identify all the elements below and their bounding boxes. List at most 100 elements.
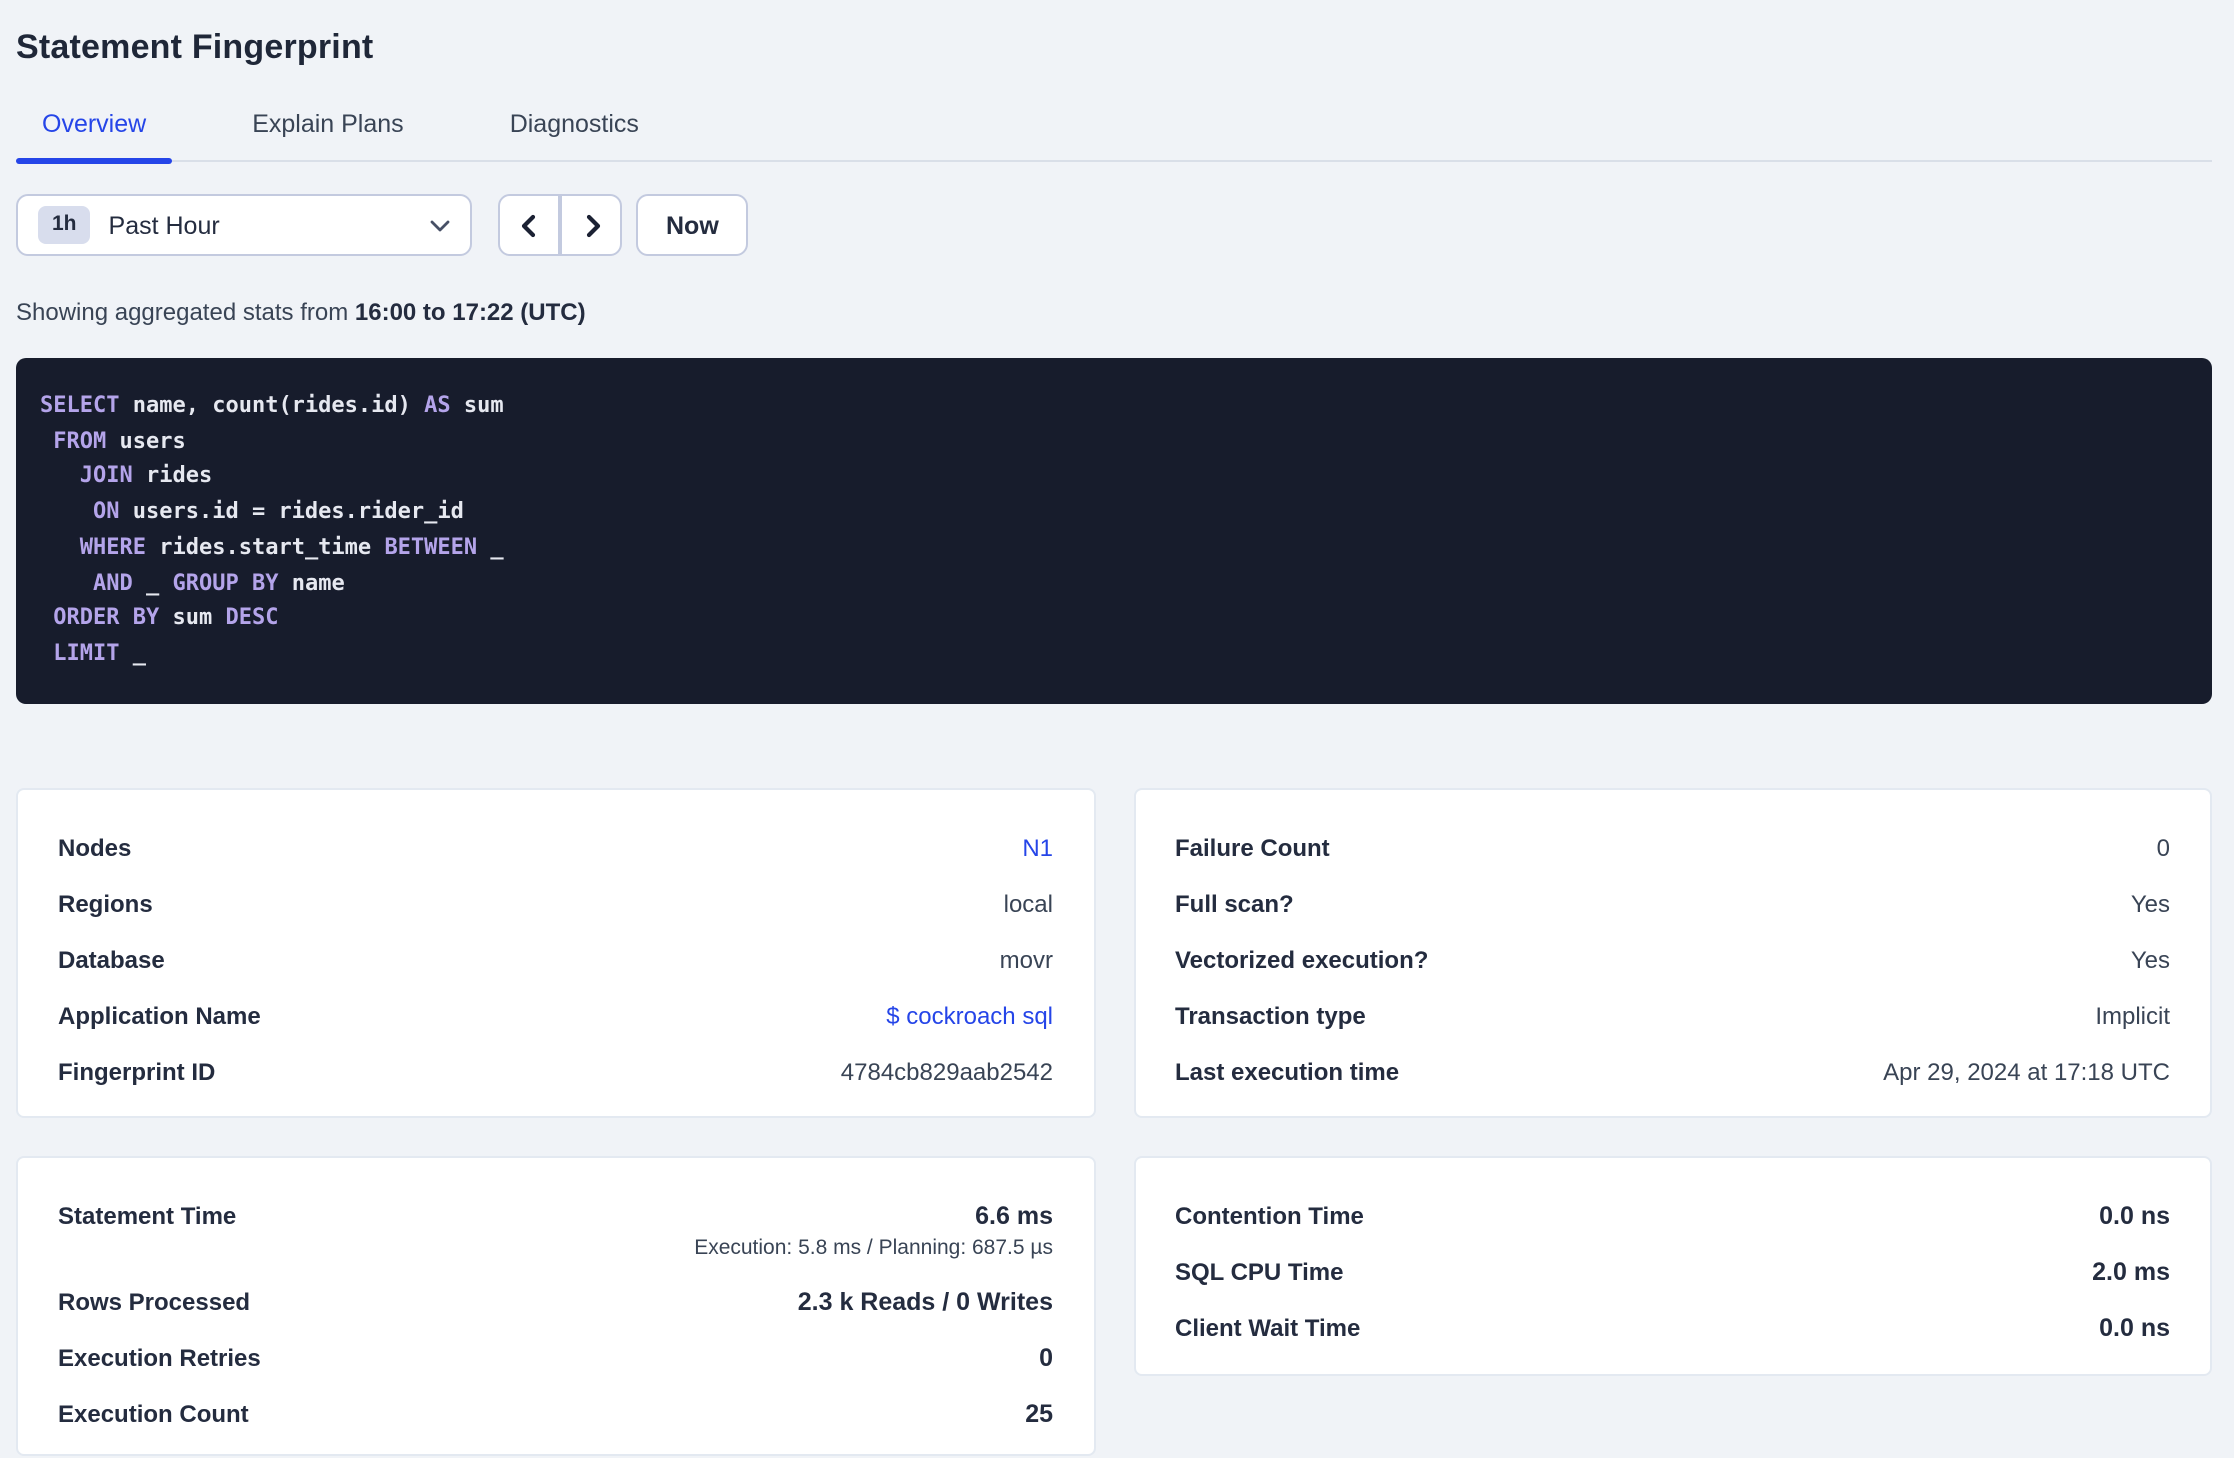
tab-label: Overview — [42, 110, 147, 138]
statement-details-card: Nodes N1 Regions local Database movr App… — [16, 788, 1095, 1118]
card-row-execution-count: Execution Count 25 — [58, 1386, 1053, 1442]
sql-line: ORDER BY sum DESC — [53, 604, 279, 631]
row-value: 0 — [1039, 1343, 1053, 1371]
sql-line: FROM users — [53, 427, 186, 454]
row-label: Database — [58, 945, 165, 973]
card-row-regions: Regions local — [58, 876, 1053, 932]
card-row-statement-time: Statement Time 6.6 ms Execution: 5.8 ms … — [58, 1188, 1053, 1274]
summary-cards-row: Nodes N1 Regions local Database movr App… — [16, 788, 2212, 1118]
row-value-wrap: 4784cb829aab2542 — [841, 1057, 1053, 1087]
chevron-right-icon — [579, 213, 603, 237]
card-row-full-scan: Full scan? Yes — [1175, 876, 2170, 932]
row-label: Client Wait Time — [1175, 1313, 1361, 1341]
sql-line: WHERE rides.start_time BETWEEN _ — [79, 533, 504, 560]
row-value: 6.6 ms — [975, 1201, 1053, 1229]
card-row-rows-processed: Rows Processed 2.3 k Reads / 0 Writes — [58, 1274, 1053, 1330]
row-value: Apr 29, 2024 at 17:18 UTC — [1883, 1057, 2170, 1085]
row-value: local — [1003, 889, 1053, 917]
time-picker-row: 1h Past Hour Now — [16, 194, 2212, 256]
row-value-wrap: Apr 29, 2024 at 17:18 UTC — [1883, 1057, 2170, 1087]
row-label: Contention Time — [1175, 1201, 1364, 1229]
row-label: Rows Processed — [58, 1287, 251, 1315]
wait-time-card: Contention Time 0.0 ns SQL CPU Time 2.0 … — [1133, 1156, 2212, 1376]
row-value: movr — [999, 945, 1053, 973]
now-button[interactable]: Now — [636, 194, 749, 256]
tab-diagnostics[interactable]: Diagnostics — [484, 110, 665, 160]
row-value-wrap: 2.0 ms — [2092, 1257, 2170, 1287]
row-label: Application Name — [58, 1001, 261, 1029]
row-value: 25 — [1025, 1399, 1053, 1427]
card-row-application-name: Application Name $ cockroach sql — [58, 988, 1053, 1044]
row-value: 2.0 ms — [2092, 1257, 2170, 1285]
row-value: 0.0 ns — [2099, 1313, 2170, 1341]
sql-line: AND _ GROUP BY name — [93, 569, 345, 596]
row-value: Yes — [2130, 945, 2170, 973]
row-value: 0.0 ns — [2099, 1201, 2170, 1229]
chevron-left-icon — [517, 213, 541, 237]
row-label: Transaction type — [1175, 1001, 1366, 1029]
row-value: 2.3 k Reads / 0 Writes — [797, 1287, 1053, 1315]
row-value: 4784cb829aab2542 — [840, 1057, 1053, 1085]
aggregated-stats-caption: Showing aggregated stats from 16:00 to 1… — [16, 298, 2212, 326]
card-row-last-execution-time: Last execution time Apr 29, 2024 at 17:1… — [1175, 1044, 2170, 1100]
row-value-wrap: movr — [1000, 945, 1053, 975]
tab-label: Explain Plans — [252, 110, 404, 138]
row-value-wrap: Yes — [2131, 889, 2170, 919]
statement-timing-card: Statement Time 6.6 ms Execution: 5.8 ms … — [16, 1156, 1095, 1456]
row-label: Regions — [58, 889, 153, 917]
row-value-wrap: local — [1004, 889, 1053, 919]
next-range-button[interactable] — [560, 194, 622, 256]
chevron-down-icon — [430, 219, 450, 231]
tab-label: Diagnostics — [509, 110, 639, 138]
row-value-wrap: 0.0 ns — [2099, 1201, 2170, 1231]
card-row-transaction-type: Transaction type Implicit — [1175, 988, 2170, 1044]
card-row-sql-cpu-time: SQL CPU Time 2.0 ms — [1175, 1244, 2170, 1300]
row-value[interactable]: N1 — [1022, 833, 1053, 863]
execution-attributes-card: Failure Count 0 Full scan? Yes Vectorize… — [1133, 788, 2212, 1118]
row-value-wrap: 25 — [1025, 1399, 1053, 1429]
card-row-vectorized-execution: Vectorized execution? Yes — [1175, 932, 2170, 988]
row-label: Nodes — [58, 833, 132, 861]
card-row-fingerprint-id: Fingerprint ID 4784cb829aab2542 — [58, 1044, 1053, 1100]
row-value-wrap: 2.3 k Reads / 0 Writes — [798, 1287, 1053, 1317]
sql-line: JOIN rides — [79, 462, 213, 489]
row-value-wrap: Implicit — [2095, 1001, 2170, 1031]
sql-statement-box: SELECT name, count(rides.id) AS sum FROM… — [16, 358, 2212, 704]
caption-prefix: Showing aggregated stats from — [16, 298, 355, 326]
row-label: Failure Count — [1175, 833, 1330, 861]
row-value: Implicit — [2095, 1001, 2170, 1029]
sql-line: ON users.id = rides.rider_id — [93, 498, 464, 525]
sql-line: SELECT name, count(rides.id) AS sum — [40, 392, 504, 418]
card-row-failure-count: Failure Count 0 — [1175, 820, 2170, 876]
previous-range-button[interactable] — [498, 194, 560, 256]
tab-bar: Overview Explain Plans Diagnostics — [16, 110, 2212, 164]
row-value-wrap: 6.6 ms Execution: 5.8 ms / Planning: 687… — [694, 1201, 1053, 1261]
row-value-wrap: 0 — [1039, 1343, 1053, 1373]
card-row-client-wait-time: Client Wait Time 0.0 ns — [1175, 1300, 2170, 1356]
tab-explain-plans[interactable]: Explain Plans — [226, 110, 430, 160]
row-value[interactable]: $ cockroach sql — [886, 1001, 1053, 1031]
card-row-contention-time: Contention Time 0.0 ns — [1175, 1188, 2170, 1244]
time-range-dropdown[interactable]: 1h Past Hour — [16, 194, 472, 256]
row-value-wrap: Yes — [2131, 945, 2170, 975]
card-row-nodes: Nodes N1 — [58, 820, 1053, 876]
row-value-wrap: 0.0 ns — [2099, 1313, 2170, 1343]
time-range-badge: 1h — [38, 206, 91, 244]
row-label: Statement Time — [58, 1201, 237, 1229]
row-subvalue: Execution: 5.8 ms / Planning: 687.5 µs — [694, 1235, 1053, 1259]
row-label: Fingerprint ID — [58, 1057, 216, 1085]
card-row-execution-retries: Execution Retries 0 — [58, 1330, 1053, 1386]
time-range-arrows — [498, 194, 622, 256]
sql-line: LIMIT _ — [53, 639, 146, 666]
card-row-database: Database movr — [58, 932, 1053, 988]
row-value-wrap: N1 — [1022, 833, 1053, 863]
row-label: Last execution time — [1175, 1057, 1400, 1085]
row-value: Yes — [2130, 889, 2170, 917]
caption-range: 16:00 to 17:22 (UTC) — [354, 298, 586, 326]
tab-overview[interactable]: Overview — [16, 110, 173, 164]
page-title: Statement Fingerprint — [16, 28, 374, 66]
row-value: 0 — [2156, 833, 2170, 861]
row-label: Execution Count — [58, 1399, 249, 1427]
timing-cards-row: Statement Time 6.6 ms Execution: 5.8 ms … — [16, 1156, 2212, 1456]
row-label: Full scan? — [1175, 889, 1294, 917]
